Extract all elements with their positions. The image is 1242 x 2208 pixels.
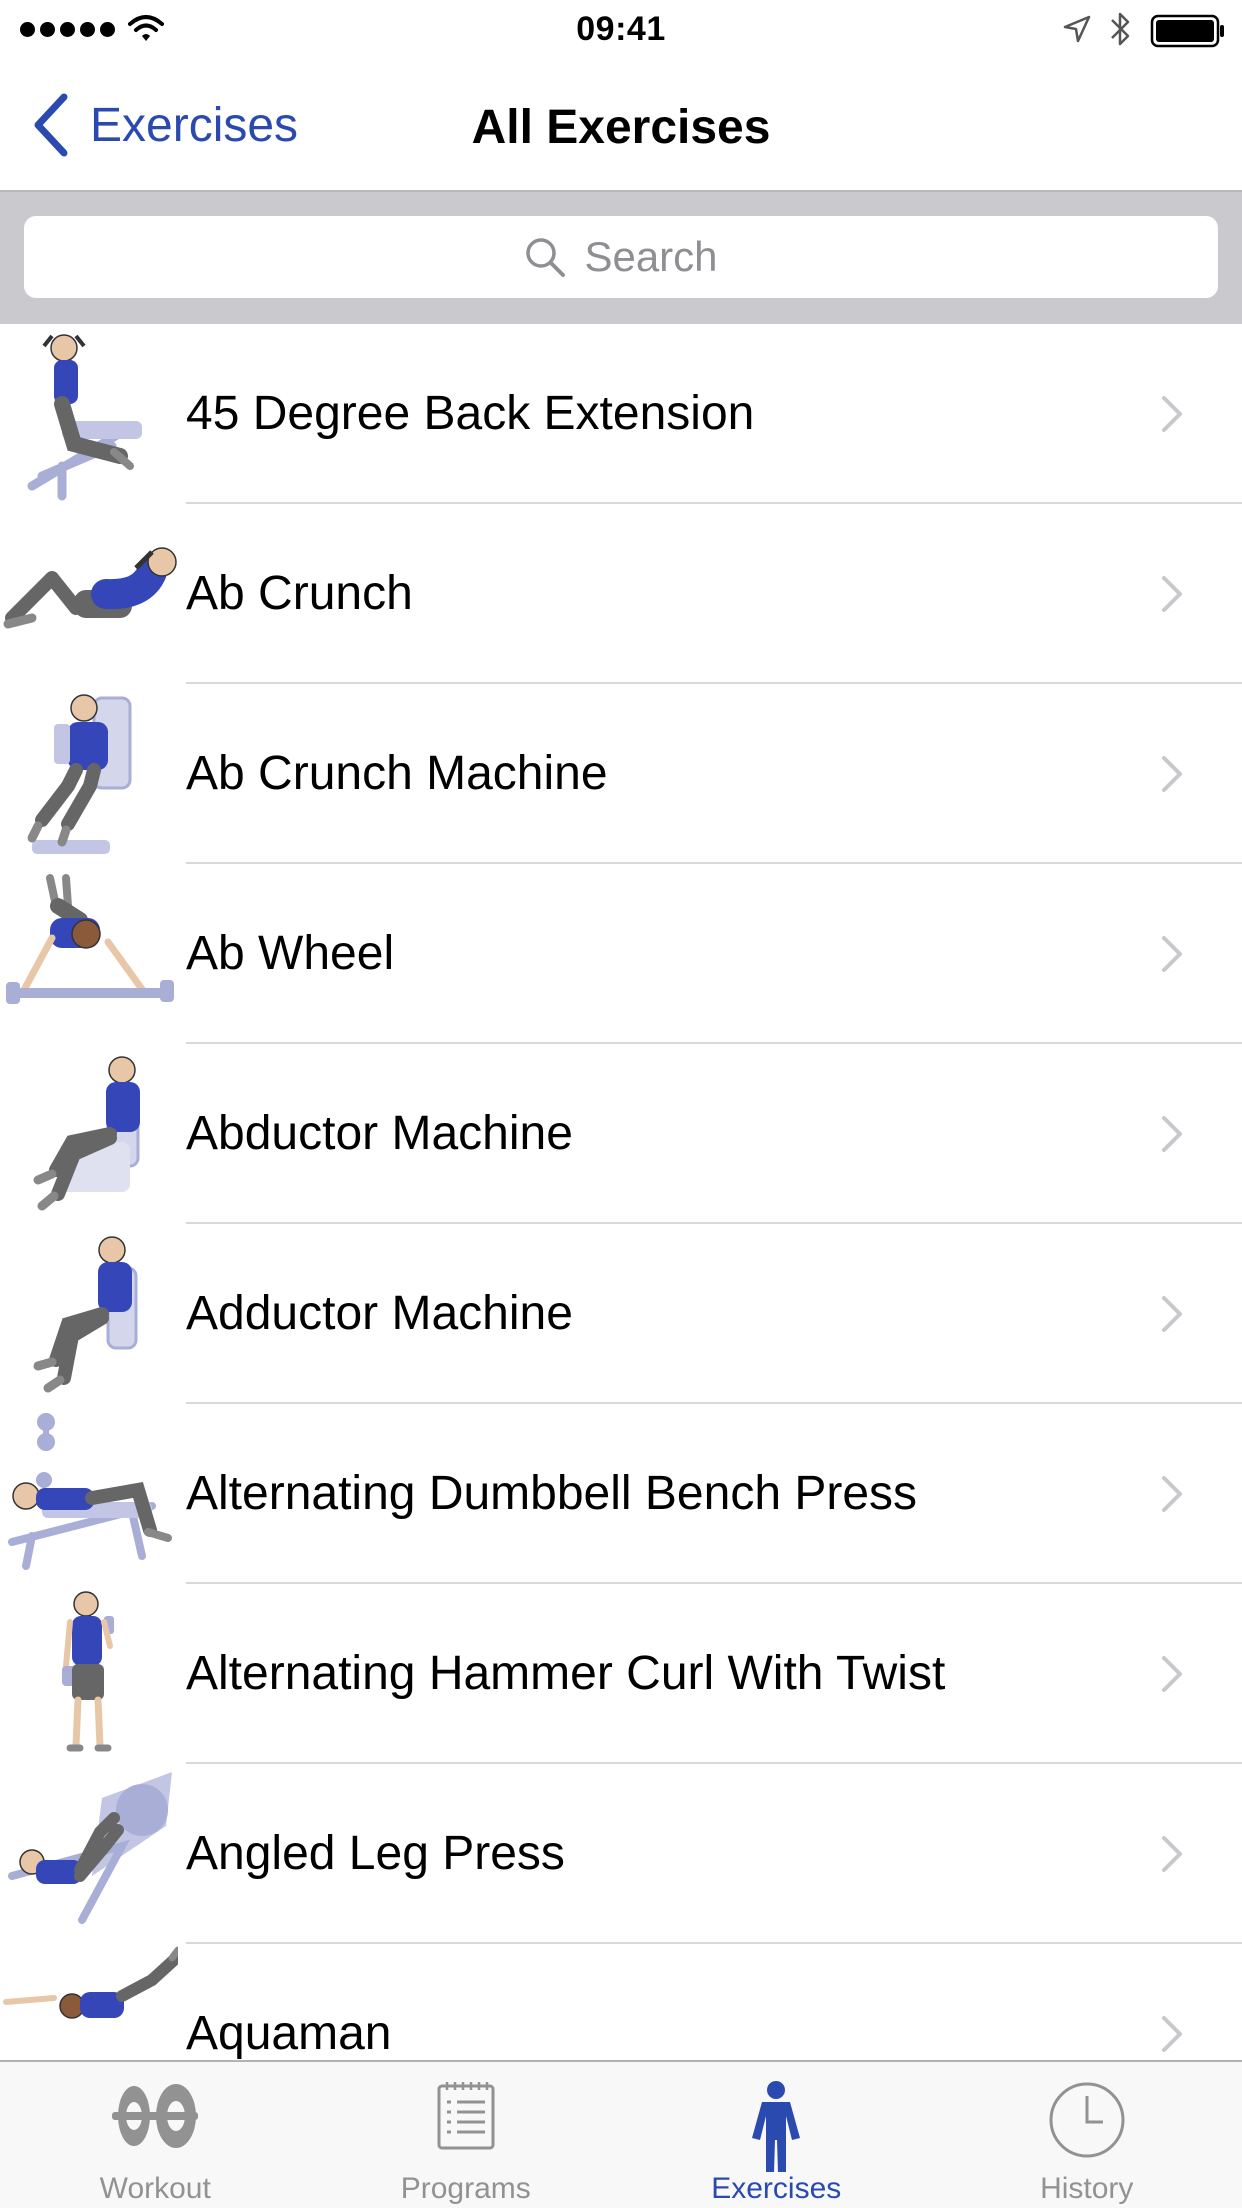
tab-workout[interactable]: Workout (0, 2062, 311, 2208)
workout-icon (112, 2084, 199, 2148)
tab-label: Exercises (711, 2172, 842, 2205)
tab-label: History (1040, 2172, 1134, 2205)
chevron-right-icon (1162, 1476, 1182, 1512)
list-item[interactable]: Alternating Hammer Curl With Twist (0, 1584, 1242, 1764)
leg-press-illustration (8, 1772, 172, 1924)
tab-label: Programs (400, 2172, 531, 2205)
exercise-name: Abductor Machine (186, 1107, 573, 1160)
back-extension-illustration (27, 334, 142, 501)
chevron-right-icon (1162, 1296, 1182, 1332)
dumbbell-bench-press-illustration (8, 1413, 172, 1570)
tab-history[interactable]: History (932, 2062, 1242, 2208)
status-time: 09:41 (576, 10, 666, 48)
battery-icon (1150, 14, 1224, 48)
search-input[interactable]: Search (24, 216, 1218, 298)
status-bar: 09:41 (0, 0, 1242, 62)
chevron-right-icon (1162, 396, 1182, 432)
exercise-name: Alternating Hammer Curl With Twist (186, 1647, 946, 1700)
exercise-name: 45 Degree Back Extension (186, 387, 755, 440)
tab-exercises[interactable]: Exercises (621, 2062, 932, 2208)
exercise-name: Ab Crunch Machine (186, 747, 608, 800)
exercises-icon (752, 2081, 801, 2172)
chevron-right-icon (1162, 1116, 1182, 1152)
exercise-name: Alternating Dumbbell Bench Press (186, 1467, 918, 1520)
exercise-name: Ab Wheel (186, 927, 395, 980)
programs-icon (437, 2082, 495, 2150)
list-item[interactable]: 45 Degree Back Extension (0, 324, 1242, 504)
chevron-right-icon (1162, 576, 1182, 612)
list-item[interactable]: Ab Wheel (0, 864, 1242, 1044)
chevron-right-icon (1162, 1656, 1182, 1692)
chevron-right-icon (1162, 2016, 1182, 2052)
bluetooth-icon (1111, 12, 1130, 46)
hammer-curl-illustration (62, 1591, 114, 1752)
exercise-name: Angled Leg Press (186, 1827, 565, 1880)
history-icon (1049, 2082, 1125, 2158)
search-placeholder: Search (584, 233, 718, 280)
ab-wheel-illustration (6, 874, 174, 1004)
list-item[interactable]: Ab Crunch Machine (0, 684, 1242, 864)
tab-bar: Workout Programs Exercises History (0, 2060, 1242, 2208)
ab-crunch-illustration (3, 547, 177, 629)
exercise-name: Adductor Machine (186, 1287, 573, 1340)
location-arrow-icon (1063, 15, 1091, 43)
aquaman-illustration (3, 1946, 178, 2019)
search-icon (526, 238, 566, 277)
exercise-list: 45 Degree Back Extension Ab Crunch Ab Cr… (0, 324, 1242, 2060)
list-item[interactable]: Angled Leg Press (0, 1764, 1242, 1944)
page-title: All Exercises (471, 101, 771, 154)
adductor-machine-illustration (33, 1236, 138, 1393)
tab-label: Workout (99, 2172, 211, 2205)
abductor-machine-illustration (33, 1056, 140, 1211)
chevron-right-icon (1162, 756, 1182, 792)
ab-crunch-machine-illustration (27, 694, 132, 854)
chevron-right-icon (1162, 1836, 1182, 1872)
tab-programs[interactable]: Programs (311, 2062, 622, 2208)
exercise-name: Ab Crunch (186, 567, 413, 620)
search-bar-container: Search (0, 192, 1242, 324)
chevron-right-icon (1162, 936, 1182, 972)
list-item[interactable]: Alternating Dumbbell Bench Press (0, 1404, 1242, 1584)
list-item[interactable]: Abductor Machine (0, 1044, 1242, 1224)
app-screen: 09:41 Exercises All Exercises Search 45 … (0, 0, 1242, 2208)
list-item[interactable]: Ab Crunch (0, 504, 1242, 684)
navigation-bar: Exercises All Exercises (0, 62, 1242, 192)
list-item[interactable]: Aquaman (0, 1944, 1242, 2060)
exercise-name: Aquaman (186, 2007, 392, 2060)
list-item[interactable]: Adductor Machine (0, 1224, 1242, 1404)
